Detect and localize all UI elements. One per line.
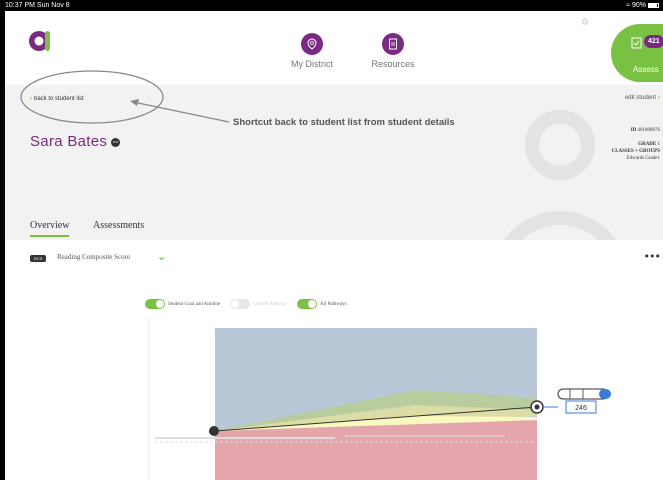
edit-link-label: edit student — [624, 95, 656, 101]
back-to-student-list-link[interactable]: ‹ back to student list — [30, 96, 84, 102]
chevron-right-icon: › — [658, 95, 660, 101]
location-pin-icon — [301, 33, 323, 55]
student-grade-value: 1 — [657, 142, 661, 147]
clipboard-icon — [631, 37, 642, 49]
gear-icon[interactable]: ⚙ — [581, 18, 589, 28]
tab-overview[interactable]: Overview — [30, 220, 70, 237]
score-selector: RCS Reading Composite Score ⌄ ••• — [5, 250, 663, 270]
goal-gauge-fill — [599, 389, 611, 399]
top-navigation: My District Resources ⚙ 421 Assess — [5, 11, 663, 89]
back-link-label: back to student list — [34, 96, 84, 102]
toggle-current-pathway[interactable]: Current Pathway — [230, 299, 287, 309]
battery-icon — [648, 3, 659, 8]
toggle-student-goal-label: Student Goal and Aimline — [168, 301, 221, 307]
assess-button[interactable]: 421 Assess — [611, 24, 663, 82]
wifi-icon: ≈ — [626, 2, 630, 9]
student-meta: ID 401800076 GRADE 1 CLASSES + GROUPS Ed… — [612, 127, 660, 162]
chevron-down-icon[interactable]: ⌄ — [157, 250, 166, 263]
rcs-tag: RCS — [30, 255, 47, 262]
chart-toggles: Student Goal and Aimline Current Pathway… — [145, 298, 357, 310]
pm-badge: PM — [111, 137, 121, 147]
start-point[interactable] — [209, 426, 219, 436]
chevron-left-icon: ‹ — [30, 96, 32, 102]
toggle-all-pathways-label: All Pathways — [319, 301, 347, 307]
score-label[interactable]: Reading Composite Score — [57, 253, 130, 261]
nav-my-district[interactable]: My District — [277, 33, 347, 69]
pathway-chart: 246 — [148, 318, 611, 480]
tab-assessments[interactable]: Assessments — [93, 220, 144, 231]
more-options-icon[interactable]: ••• — [644, 250, 661, 263]
status-time: 10:37 PM Sun Nov 8 — [5, 2, 70, 9]
goal-score: 246 — [575, 405, 587, 412]
toggle-switch-icon — [145, 299, 165, 309]
app-frame: 10:37 PM Sun Nov 8 ≈ 90% My District Res… — [5, 0, 663, 480]
status-bar: 10:37 PM Sun Nov 8 ≈ 90% — [5, 0, 663, 11]
assess-label: Assess — [633, 65, 659, 74]
student-grade-label: GRADE — [638, 142, 657, 147]
student-id-label: ID — [630, 128, 637, 133]
goal-point-center — [534, 404, 540, 410]
battery-percent: 90% — [631, 2, 646, 9]
nav-label-resources: Resources — [371, 59, 415, 69]
nav-resources[interactable]: Resources — [358, 33, 428, 69]
annotation-text: Shortcut back to student list from stude… — [233, 117, 455, 128]
toggle-current-pathway-label: Current Pathway — [253, 301, 287, 307]
student-tabs: Overview Assessments — [5, 214, 663, 240]
student-name: Sara Bates PM — [30, 133, 121, 150]
toggle-switch-icon — [296, 299, 317, 309]
student-name-text: Sara Bates — [30, 133, 108, 150]
app-logo-icon[interactable] — [27, 27, 53, 53]
toggle-student-goal[interactable]: Student Goal and Aimline — [145, 299, 220, 309]
student-grade: GRADE 1 — [612, 141, 660, 148]
edit-student-link[interactable]: edit student › — [625, 95, 660, 101]
assess-count-badge: 421 — [644, 35, 663, 48]
document-icon — [382, 33, 404, 55]
status-right: ≈ 90% — [626, 0, 659, 11]
student-classes-label: CLASSES + GROUPS — [611, 149, 660, 154]
student-classes-value: Edwards Grade1 — [626, 156, 660, 161]
toggle-all-pathways[interactable]: All Pathways — [296, 299, 347, 309]
student-id: ID 401800076 — [612, 127, 660, 134]
toggle-switch-icon — [230, 299, 251, 309]
student-id-value: 401800076 — [637, 128, 661, 133]
nav-label-my-district: My District — [291, 59, 333, 69]
